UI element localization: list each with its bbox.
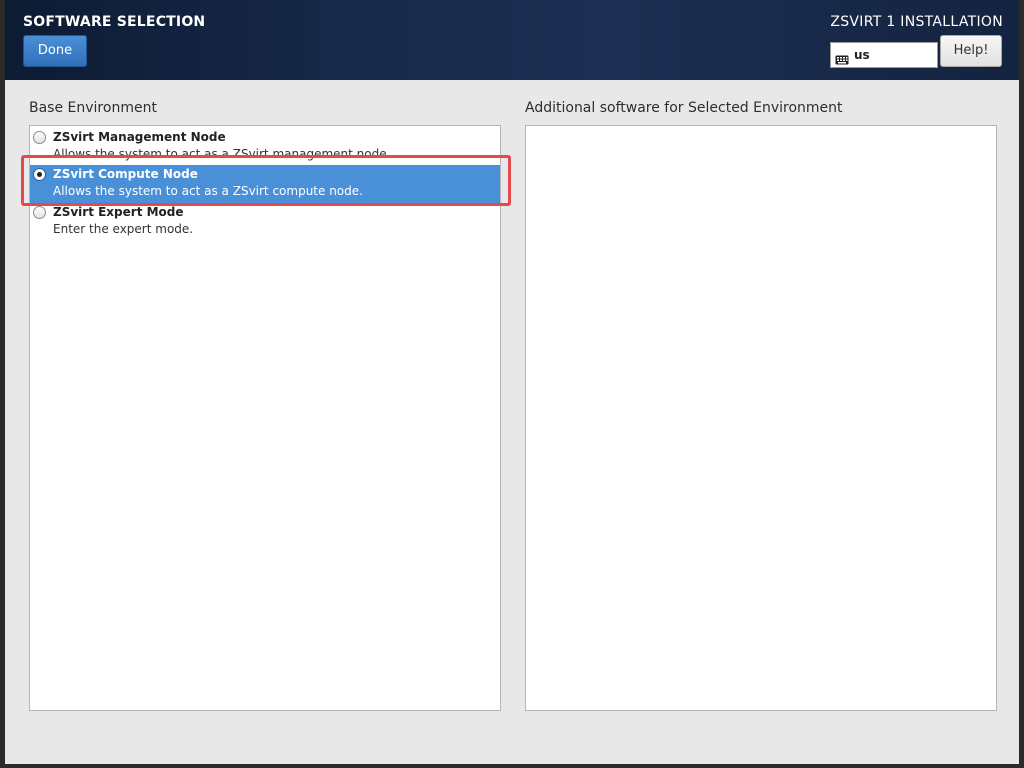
base-environment-list: ZSvirt Management Node Allows the system… (29, 125, 501, 711)
keyboard-layout-label: us (854, 48, 870, 62)
radio-button[interactable] (33, 131, 46, 144)
additional-software-list (525, 125, 997, 711)
page-title: SOFTWARE SELECTION (23, 14, 206, 30)
env-option-description: Enter the expert mode. (53, 222, 194, 236)
env-option-description: Allows the system to act as a ZSvirt com… (53, 184, 363, 198)
additional-software-label: Additional software for Selected Environ… (525, 100, 843, 116)
help-button[interactable]: Help! (940, 35, 1002, 67)
keyboard-icon (835, 50, 849, 65)
installer-window: SOFTWARE SELECTION Done ZSVIRT 1 INSTALL… (5, 0, 1019, 764)
env-option-title: ZSvirt Management Node (53, 130, 226, 144)
env-option-title: ZSvirt Expert Mode (53, 205, 184, 219)
env-option-expert-mode[interactable]: ZSvirt Expert Mode Enter the expert mode… (30, 203, 500, 241)
base-environment-label: Base Environment (29, 100, 157, 116)
env-option-compute-node[interactable]: ZSvirt Compute Node Allows the system to… (30, 165, 500, 203)
env-option-management-node[interactable]: ZSvirt Management Node Allows the system… (30, 128, 500, 166)
radio-button[interactable] (33, 168, 46, 181)
env-option-title: ZSvirt Compute Node (53, 167, 198, 181)
product-title: ZSVIRT 1 INSTALLATION (830, 14, 1003, 30)
keyboard-layout-indicator[interactable]: us (830, 42, 938, 68)
radio-button[interactable] (33, 206, 46, 219)
header-bar: SOFTWARE SELECTION Done ZSVIRT 1 INSTALL… (5, 0, 1019, 80)
env-option-description: Allows the system to act as a ZSvirt man… (53, 147, 391, 161)
done-button[interactable]: Done (23, 35, 87, 67)
